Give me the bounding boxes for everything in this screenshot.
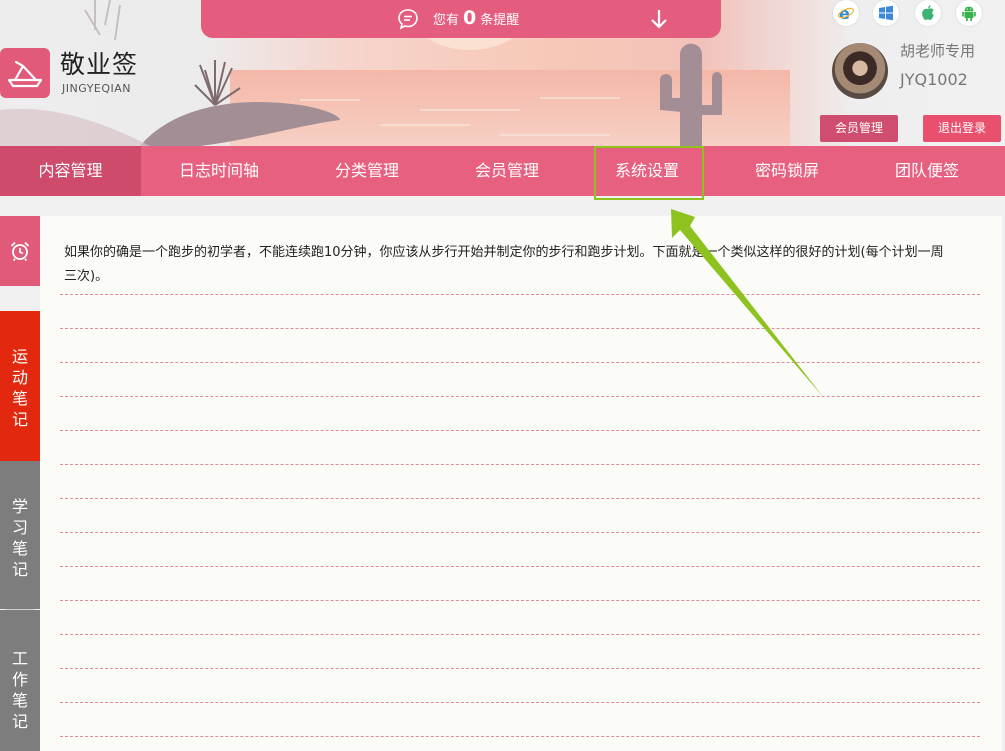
arrow-down-icon[interactable] bbox=[649, 8, 669, 30]
tab-sport-notes[interactable]: 运 动 笔 记 bbox=[0, 311, 40, 461]
tab-char: 学 bbox=[11, 497, 28, 516]
tab-char: 笔 bbox=[11, 691, 28, 710]
ruled-line bbox=[60, 600, 980, 601]
ruled-line bbox=[60, 702, 980, 703]
tab-char: 笔 bbox=[11, 539, 28, 558]
ruled-line bbox=[60, 328, 980, 329]
tab-work-notes[interactable]: 工 作 笔 记 bbox=[0, 610, 40, 751]
tab-char: 工 bbox=[11, 649, 28, 668]
nav-item-members[interactable]: 会员管理 bbox=[437, 146, 577, 196]
header: 您有 0 条提醒 敬业签 JINGYEQIAN e 胡老师专用 JYQ1002 … bbox=[0, 0, 1005, 146]
ruled-line bbox=[60, 668, 980, 669]
tab-char: 记 bbox=[11, 712, 28, 731]
ruled-line bbox=[60, 294, 980, 295]
tab-char: 记 bbox=[11, 560, 28, 579]
user-id: JYQ1002 bbox=[900, 70, 968, 89]
reminder-bar[interactable]: 您有 0 条提醒 bbox=[201, 0, 721, 38]
chat-bubble-icon bbox=[398, 9, 418, 30]
nav-item-timeline[interactable]: 日志时间轴 bbox=[149, 146, 289, 196]
member-management-button[interactable]: 会员管理 bbox=[820, 115, 898, 142]
nav-item-lock-screen[interactable]: 密码锁屏 bbox=[717, 146, 857, 196]
ruled-line bbox=[60, 464, 980, 465]
ruled-line bbox=[60, 430, 980, 431]
tab-char: 笔 bbox=[11, 389, 28, 408]
tab-char: 运 bbox=[11, 347, 28, 366]
settings-highlight-box bbox=[594, 146, 704, 200]
tab-divider bbox=[6, 609, 34, 610]
reminder-count: 0 bbox=[463, 7, 477, 29]
note-text[interactable]: 如果你的确是一个跑步的初学者，不能连续跑10分钟，你应该从步行开始并制定你的步行… bbox=[64, 241, 944, 289]
nav-item-categories[interactable]: 分类管理 bbox=[297, 146, 437, 196]
logout-button[interactable]: 退出登录 bbox=[923, 115, 1001, 142]
tab-char: 记 bbox=[11, 410, 28, 429]
nav-item-team-notes[interactable]: 团队便签 bbox=[857, 146, 997, 196]
tab-char: 习 bbox=[11, 518, 28, 537]
alarm-button[interactable] bbox=[0, 216, 40, 286]
apple-icon[interactable] bbox=[915, 0, 941, 26]
windows-icon[interactable] bbox=[873, 0, 899, 26]
ruled-line bbox=[60, 498, 980, 499]
tab-study-notes[interactable]: 学 习 笔 记 bbox=[0, 461, 40, 609]
nav-item-content[interactable]: 内容管理 bbox=[0, 146, 141, 196]
ie-icon[interactable]: e bbox=[833, 0, 859, 26]
logo-icon bbox=[7, 60, 43, 88]
ruled-line bbox=[60, 736, 980, 737]
ruled-line bbox=[60, 532, 980, 533]
alarm-clock-icon bbox=[10, 241, 30, 262]
tab-char: 动 bbox=[11, 368, 28, 387]
brand-subtitle: JINGYEQIAN bbox=[62, 82, 132, 95]
ruled-line bbox=[60, 634, 980, 635]
reminder-suffix: 条提醒 bbox=[480, 13, 520, 28]
brand-name: 敬业签 bbox=[60, 50, 139, 79]
ruled-line bbox=[60, 396, 980, 397]
avatar[interactable] bbox=[832, 43, 888, 99]
tab-char: 作 bbox=[11, 670, 28, 689]
android-icon[interactable] bbox=[956, 0, 982, 26]
ruled-line bbox=[60, 566, 980, 567]
ruled-line bbox=[60, 362, 980, 363]
logo[interactable] bbox=[0, 48, 50, 98]
user-name: 胡老师专用 bbox=[900, 42, 976, 60]
reminder-text: 您有 0 条提醒 bbox=[433, 8, 519, 31]
reminder-prefix: 您有 bbox=[433, 13, 460, 28]
main-nav: 内容管理 日志时间轴 分类管理 会员管理 系统设置 密码锁屏 团队便签 bbox=[0, 146, 1005, 196]
note-editor[interactable]: 如果你的确是一个跑步的初学者，不能连续跑10分钟，你应该从步行开始并制定你的步行… bbox=[40, 216, 1002, 751]
